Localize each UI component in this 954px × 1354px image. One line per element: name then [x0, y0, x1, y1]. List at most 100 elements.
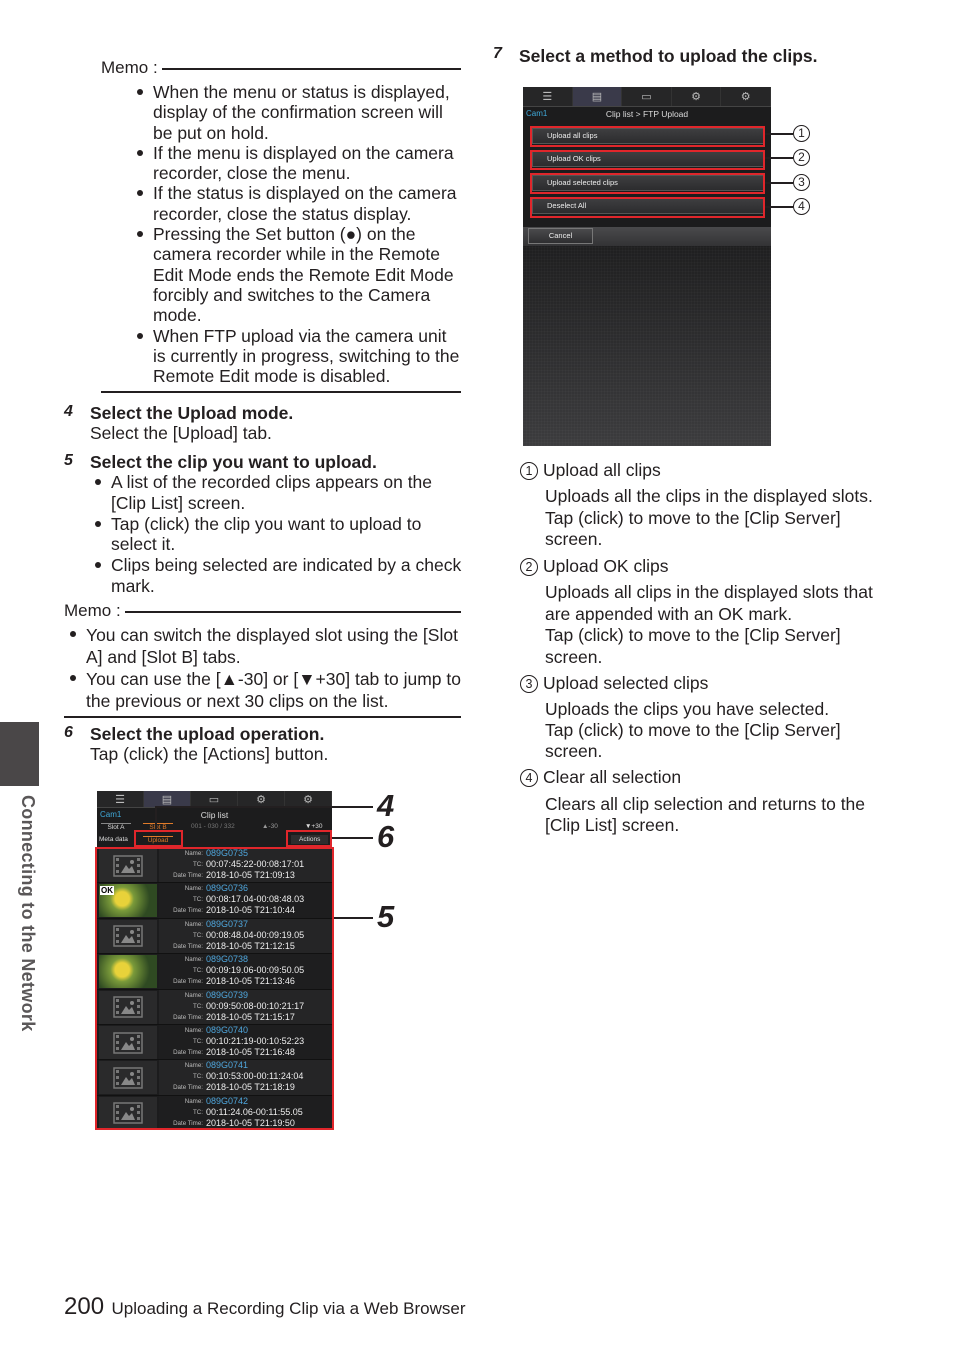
tab-bar: ☰ ▤ ▭ ⚙ ⚙	[523, 87, 771, 107]
callout-6-label: 6	[377, 819, 395, 854]
callout-line-4	[765, 206, 793, 208]
tab-view[interactable]: ▭	[622, 87, 672, 106]
description-line: Clears all clip selection and returns to…	[545, 793, 866, 814]
tab-view[interactable]: ▭	[191, 791, 238, 807]
screen-title: Clip list	[200, 810, 229, 820]
memo-label: Memo :	[64, 601, 121, 620]
callout-5-line	[334, 917, 373, 919]
number-badge: 4	[520, 769, 538, 788]
tab-clip-list[interactable]: ▤	[572, 87, 623, 106]
clip-list-highlight	[95, 847, 334, 1130]
step-number: 6	[64, 724, 73, 741]
memo-bullet: You can use the [▲-30] or [▼+30] tab to …	[70, 668, 461, 712]
description-line: Uploads the clips you have selected.	[545, 699, 830, 720]
step-number: 5	[64, 452, 73, 469]
page-footer: 200 Uploading a Recording Clip via a Web…	[64, 1293, 466, 1321]
view-icon: ▭	[641, 91, 652, 103]
title-row: Cam1 Clip list	[97, 808, 332, 821]
step-7: 7 Select a method to upload the clips.	[493, 45, 913, 66]
next-30-tab[interactable]: ▼+30	[305, 823, 322, 830]
tab-settings[interactable]: ⚙	[721, 87, 771, 106]
number-badge: 3	[520, 675, 538, 694]
settings-gear-icon: ⚙	[303, 793, 313, 806]
step-title: Select the upload operation.	[90, 724, 325, 744]
description-title: Upload OK clips	[543, 555, 669, 576]
tab-settings[interactable]: ⚙	[285, 791, 332, 807]
chapter-tab-marker	[0, 722, 39, 786]
callout-circle-4: 4	[793, 198, 810, 215]
page-number: 200	[64, 1293, 105, 1320]
step-title: Select a method to upload the clips.	[519, 46, 818, 66]
description-line: screen.	[545, 646, 603, 667]
callout-circle-2: 2	[793, 149, 810, 166]
memo-rule	[161, 68, 461, 70]
description-3: 3 Upload selected clips Uploads the clips…	[520, 673, 920, 762]
step-body: Select the [Upload] tab.	[90, 423, 272, 444]
clip-range: 001 - 030 / 332	[191, 823, 235, 830]
step-number: 7	[493, 45, 502, 62]
prev-30-tab[interactable]: ▲-30	[262, 823, 278, 830]
description-2: 2 Upload OK clips Uploads all clips in th…	[520, 556, 920, 668]
callout-circle-3: 3	[793, 174, 810, 191]
step-bullet: Clips being selected are indicated by a …	[95, 555, 464, 596]
callout-line-2	[765, 157, 793, 159]
memo-bullet: Pressing the Set button (●) on the camer…	[137, 224, 461, 325]
tab-camera-settings[interactable]: ⚙	[672, 87, 722, 106]
memo-end-rule	[64, 716, 461, 718]
description-line: Tap (click) to move to the [Clip Server]	[545, 720, 841, 741]
cancel-button[interactable]: Cancel	[528, 228, 593, 244]
description-1: 1 Upload all clips Uploads all the clips …	[520, 460, 920, 551]
tab-list-edit[interactable]: ☰	[97, 791, 144, 807]
step-body: Tap (click) the [Actions] button.	[90, 744, 329, 765]
option-descriptions: 1 Upload all clips Uploads all the clips …	[520, 460, 920, 836]
memo-bullet: When FTP upload via the camera unit is c…	[137, 326, 461, 387]
callout-line-1	[765, 133, 793, 135]
screen-background	[523, 246, 771, 446]
tab-camera-settings[interactable]: ⚙	[238, 791, 285, 807]
memo-label: Memo :	[101, 58, 158, 77]
callout-4-line	[155, 806, 373, 808]
tab-meta-data[interactable]: Meta data	[99, 836, 128, 843]
settings-gear-icon: ⚙	[740, 91, 751, 103]
highlight-3	[530, 173, 765, 194]
step-bullet: Tap (click) the clip you want to upload …	[95, 514, 464, 555]
chapter-tab-label: Connecting to the Network	[18, 795, 38, 1032]
clip-list-icon: ▤	[161, 793, 173, 806]
actions-button-highlight	[286, 830, 332, 847]
step-number: 4	[64, 403, 73, 420]
description-title: Upload all clips	[543, 460, 661, 480]
clip-list-icon: ▤	[591, 91, 603, 103]
highlight-2	[530, 150, 765, 170]
memo-header: Memo :	[101, 58, 461, 78]
step-5: 5 Select the clip you want to upload. A …	[64, 452, 464, 596]
step-6: 6 Select the upload operation. Tap (clic…	[64, 724, 464, 765]
step-title: Select the clip you want to upload.	[90, 452, 377, 472]
description-line: screen.	[545, 529, 603, 550]
memo-end-rule	[101, 391, 461, 393]
callout-6-line	[332, 837, 373, 839]
step-4: 4 Select the Upload mode. Select the [Up…	[64, 403, 464, 444]
description-4: 4 Clear all selection Clears all clip sel…	[520, 767, 920, 835]
list-edit-icon: ☰	[115, 793, 125, 806]
description-title: Clear all selection	[543, 767, 682, 788]
description-line: are appended with an OK mark.	[545, 603, 793, 624]
memo-bullet: If the status is displayed on the camera…	[137, 183, 461, 224]
description-line: Uploads all the clips in the displayed s…	[545, 486, 873, 507]
tab-slot-a[interactable]: Slot A	[101, 823, 131, 831]
list-edit-icon: ☰	[542, 91, 553, 103]
description-line: Tap (click) to move to the [Clip Server]	[545, 507, 841, 528]
page-section-title: Uploading a Recording Clip via a Web Bro…	[111, 1299, 466, 1318]
highlight-4	[530, 197, 765, 218]
highlight-1	[530, 126, 765, 147]
memo-header: Memo :	[64, 601, 461, 621]
memo-box-2: Memo : You can switch the displayed slot…	[64, 601, 461, 718]
callout-line-3	[765, 182, 793, 184]
callout-circle-1: 1	[793, 125, 810, 142]
title-row: Cam1 Clip list > FTP Upload	[523, 107, 771, 121]
step-bullet: A list of the recorded clips appears on …	[95, 472, 464, 513]
callout-5-label: 5	[377, 899, 395, 934]
memo-box-1: Memo : When the menu or status is displa…	[101, 58, 461, 393]
tab-list-edit[interactable]: ☰	[523, 87, 573, 106]
number-badge: 1	[520, 462, 538, 480]
tab-clip-list[interactable]: ▤	[144, 791, 191, 807]
